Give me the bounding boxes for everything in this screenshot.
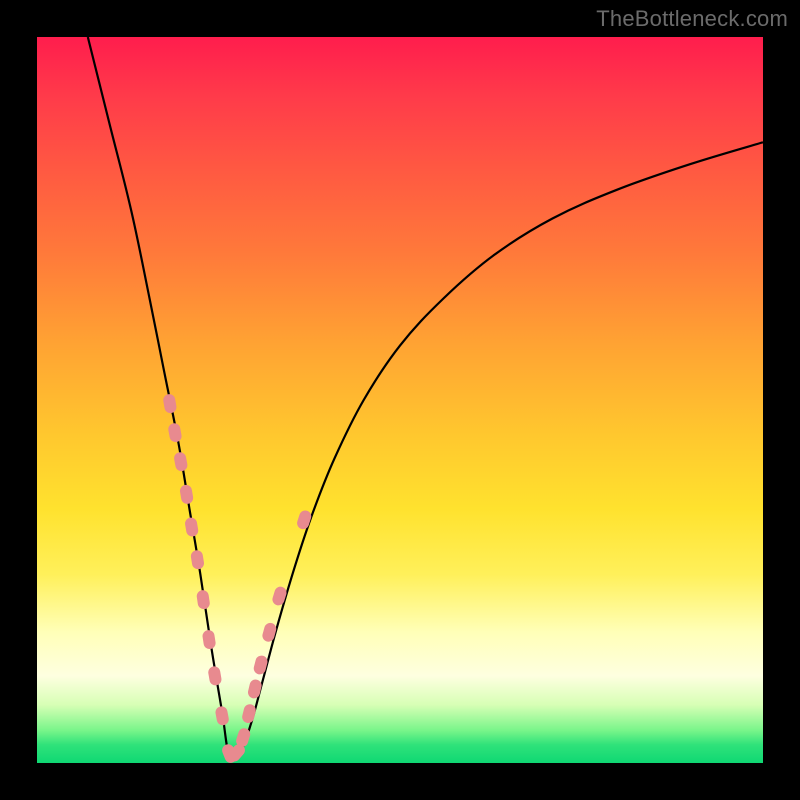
marker-group [163,394,312,764]
outer-frame: TheBottleneck.com [0,0,800,800]
bottleneck-curve-path [88,37,763,759]
curve-marker [174,452,188,472]
curve-marker [191,550,205,570]
curve-marker [215,706,229,726]
curve-marker [180,485,194,505]
curve-marker [202,630,216,649]
curve-marker [208,666,222,686]
watermark-text: TheBottleneck.com [596,6,788,32]
curve-marker [163,394,177,414]
curve-marker [247,679,262,699]
curve-marker [242,704,257,724]
curve-marker [235,727,251,747]
chart-svg [37,37,763,763]
curve-marker [272,586,288,606]
curve-marker [168,423,182,443]
curve-marker [296,510,312,531]
plot-area [37,37,763,763]
curve-marker [185,517,199,537]
curve-marker [197,590,210,609]
